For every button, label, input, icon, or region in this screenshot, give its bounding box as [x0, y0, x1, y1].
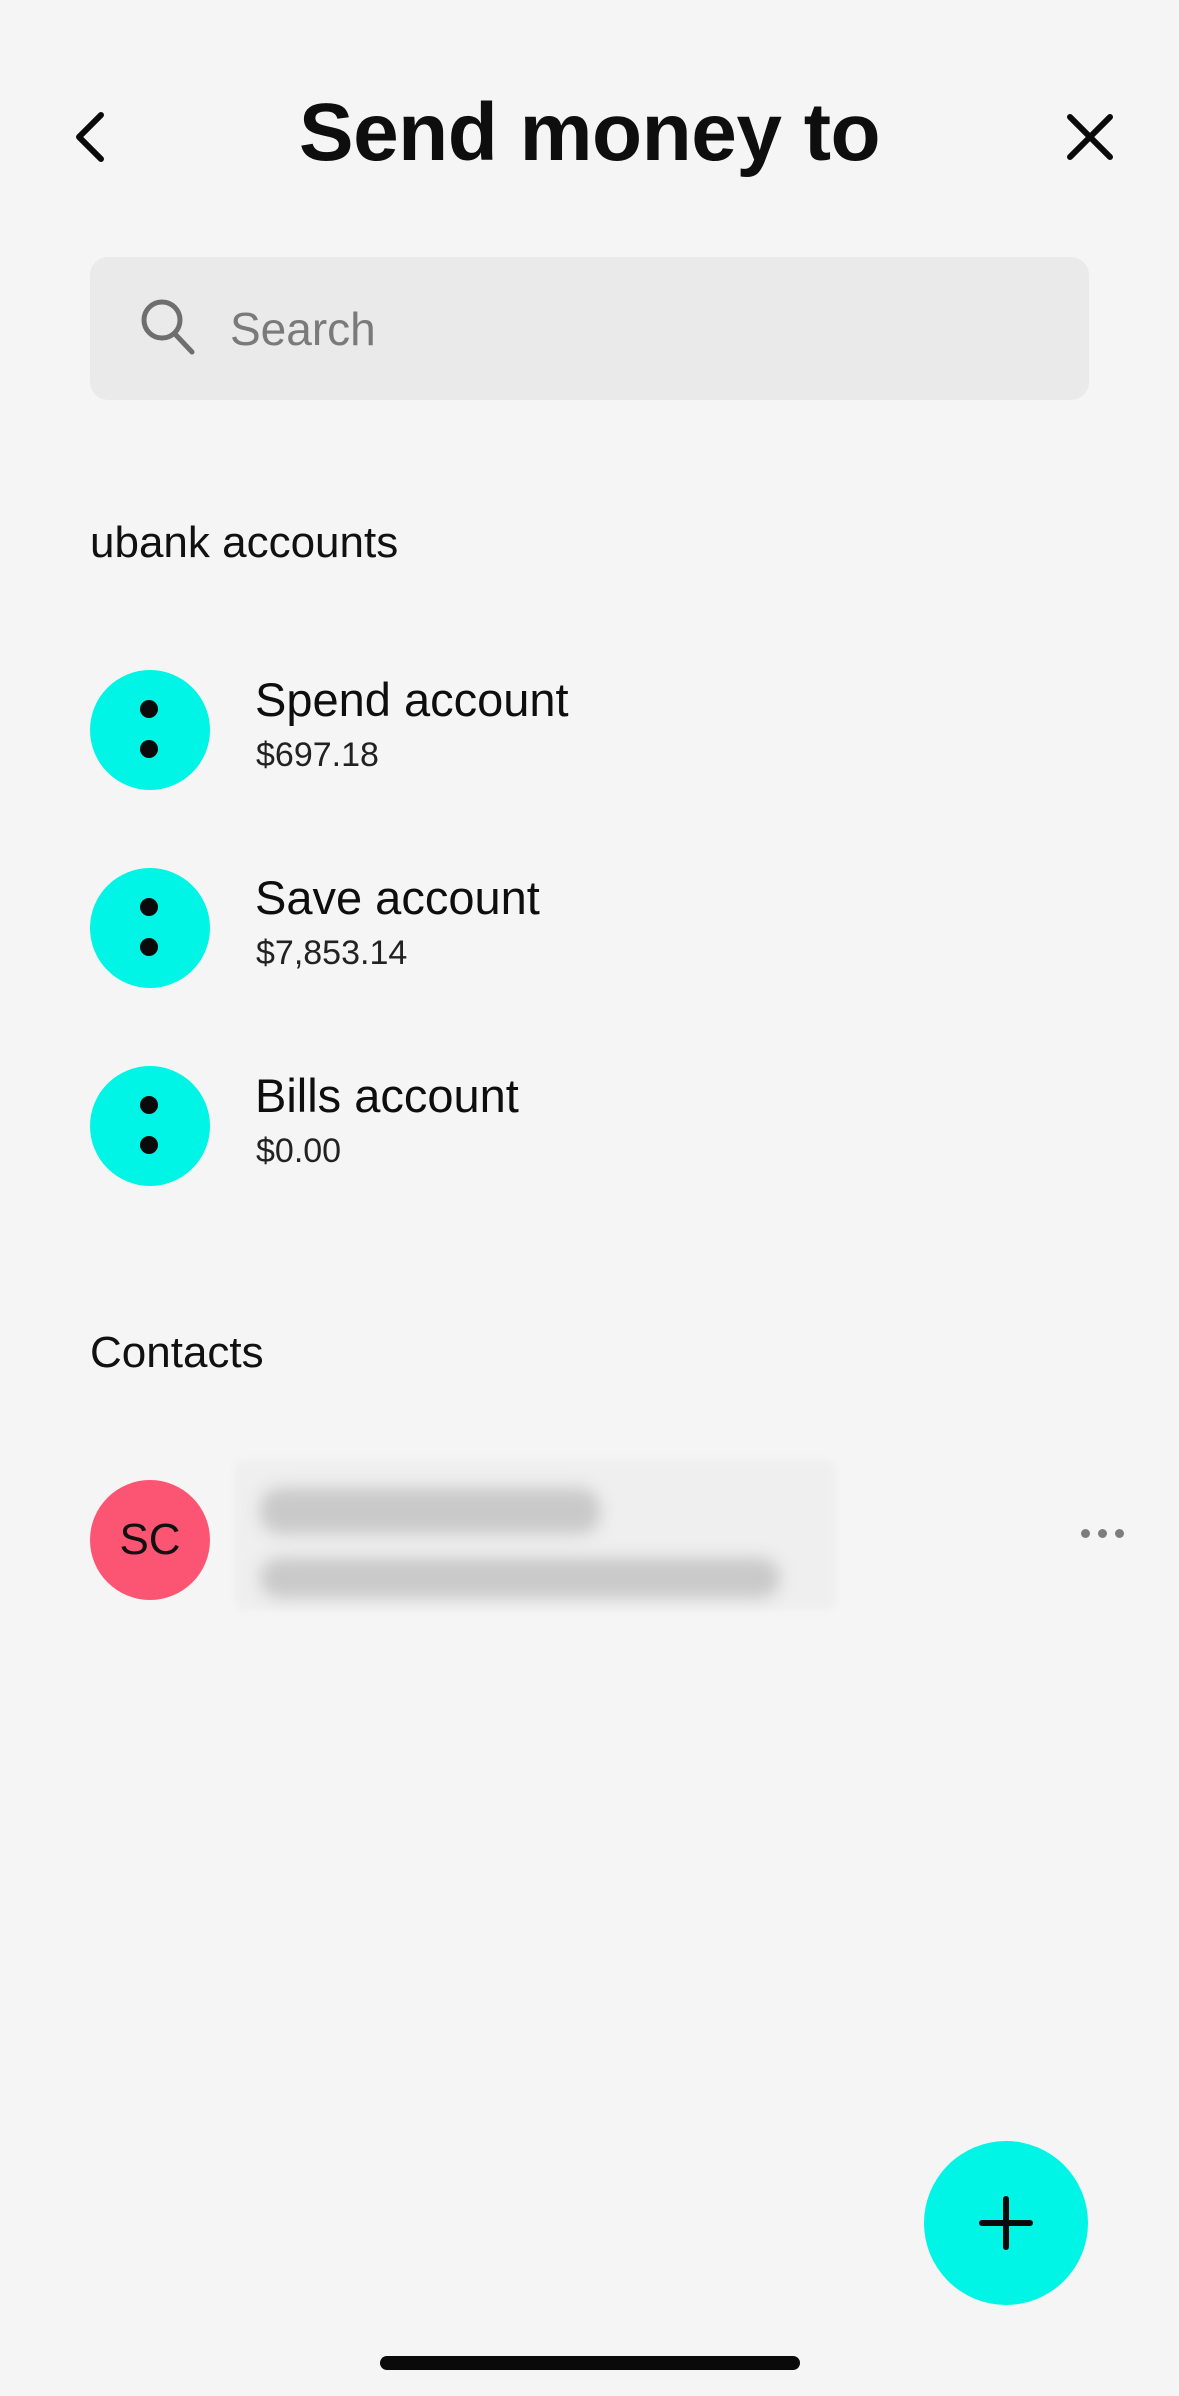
section-heading-ubank-accounts: ubank accounts — [90, 518, 399, 567]
account-name: Spend account — [255, 673, 569, 726]
page-title: Send money to — [298, 87, 881, 178]
account-row-bills[interactable]: Bills account $0.00 — [90, 1046, 1090, 1206]
account-avatar — [90, 1066, 210, 1186]
redacted-contact-account — [260, 1558, 780, 1598]
redacted-contact-name — [260, 1488, 600, 1534]
close-icon — [1067, 114, 1113, 160]
account-name: Save account — [255, 871, 540, 924]
add-payee-button[interactable] — [924, 2141, 1088, 2305]
contact-avatar: SC — [90, 1480, 210, 1600]
contact-initials: SC — [119, 1515, 181, 1564]
account-row-spend[interactable]: Spend account $697.18 — [90, 650, 1090, 810]
account-dots-icon — [140, 1096, 160, 1156]
plus-icon — [979, 2196, 1033, 2250]
account-dots-icon — [140, 700, 160, 760]
account-name: Bills account — [255, 1069, 519, 1122]
account-dots-icon — [140, 898, 160, 958]
search-input[interactable] — [228, 294, 1052, 364]
search-icon — [140, 298, 196, 356]
close-button[interactable] — [1058, 102, 1122, 172]
account-avatar — [90, 868, 210, 988]
account-balance: $7,853.14 — [256, 934, 408, 972]
more-horizontal-icon[interactable] — [1075, 1522, 1131, 1546]
contact-row[interactable]: SC — [90, 1460, 990, 1620]
account-avatar — [90, 670, 210, 790]
home-indicator[interactable] — [380, 2356, 800, 2370]
section-heading-contacts: Contacts — [90, 1328, 264, 1377]
account-row-save[interactable]: Save account $7,853.14 — [90, 848, 1090, 1008]
account-balance: $0.00 — [256, 1132, 342, 1170]
account-balance: $697.18 — [256, 736, 379, 774]
